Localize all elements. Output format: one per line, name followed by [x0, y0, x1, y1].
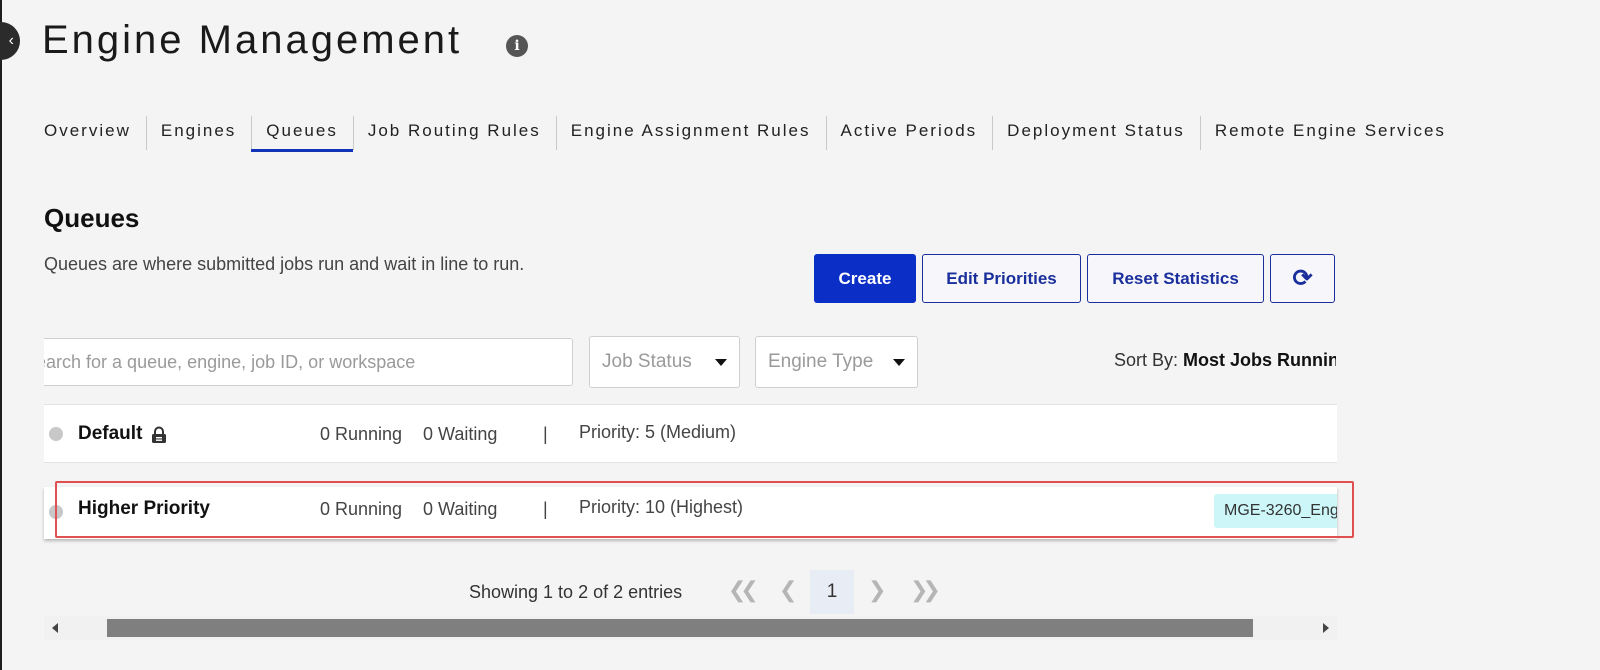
- refresh-icon: ⟳: [1292, 265, 1313, 292]
- edit-priorities-button[interactable]: Edit Priorities: [922, 254, 1081, 303]
- status-dot: [49, 427, 63, 441]
- engine-tag[interactable]: MGE-3260_Engine: [1214, 494, 1337, 528]
- tab-bar: Overview Engines Queues Job Routing Rule…: [44, 114, 1461, 154]
- last-page-icon[interactable]: ❯❯: [910, 578, 941, 603]
- tab-engines[interactable]: Engines: [145, 114, 251, 154]
- sort-control[interactable]: Sort By: Most Jobs Running: [1114, 350, 1336, 371]
- waiting-count: 0 Waiting: [423, 499, 498, 519]
- sort-label: Sort By:: [1114, 350, 1179, 370]
- next-page-icon[interactable]: ❯: [868, 578, 886, 603]
- chevron-left-icon[interactable]: ‹: [0, 22, 20, 60]
- job-status-select[interactable]: Job Status: [589, 336, 740, 388]
- priority-label: Priority: 5 (Medium): [579, 422, 737, 442]
- tab-queues[interactable]: Queues: [251, 114, 353, 154]
- tab-active-periods[interactable]: Active Periods: [825, 114, 993, 154]
- section-description: Queues are where submitted jobs run and …: [44, 254, 525, 274]
- queue-name[interactable]: Higher Priority: [78, 498, 210, 520]
- reset-statistics-button[interactable]: Reset Statistics: [1087, 254, 1264, 303]
- tab-engine-assignment-rules[interactable]: Engine Assignment Rules: [555, 114, 826, 154]
- lock-icon: [152, 426, 166, 443]
- engine-management-page: ‹ Engine Management i Overview Engines Q…: [0, 0, 1600, 670]
- scroll-right-icon[interactable]: [1323, 623, 1329, 633]
- section-title: Queues: [44, 203, 140, 233]
- first-page-icon[interactable]: ❮❮: [728, 578, 759, 603]
- pagination-summary: Showing 1 to 2 of 2 entries: [469, 582, 683, 602]
- status-dot: [49, 505, 63, 519]
- tab-overview[interactable]: Overview: [44, 114, 146, 154]
- window-left-edge: [0, 0, 2, 670]
- tab-deployment-status[interactable]: Deployment Status: [992, 114, 1200, 154]
- engine-type-placeholder: Engine Type: [768, 351, 874, 372]
- scroll-left-icon[interactable]: [52, 623, 58, 633]
- row-separator: |: [543, 424, 548, 444]
- page-title: Engine Management: [42, 18, 463, 62]
- priority-label: Priority: 10 (Highest): [579, 497, 744, 517]
- info-icon[interactable]: i: [506, 35, 528, 57]
- create-button[interactable]: Create: [814, 254, 916, 303]
- caret-down-icon: [715, 359, 727, 366]
- caret-down-icon: [893, 359, 905, 366]
- queue-name[interactable]: Default: [78, 423, 142, 445]
- tab-job-routing-rules[interactable]: Job Routing Rules: [352, 114, 556, 154]
- running-count: 0 Running: [320, 424, 403, 444]
- scrollbar-thumb[interactable]: [107, 619, 1253, 637]
- queue-row-higher-priority[interactable]: Higher Priority 0 Running 0 Waiting | Pr…: [44, 487, 1337, 539]
- search-field-container: [44, 338, 573, 386]
- search-input[interactable]: [44, 339, 572, 385]
- queue-row-default[interactable]: Default 0 Running 0 Waiting | Priority: …: [44, 404, 1337, 463]
- job-status-placeholder: Job Status: [602, 351, 692, 372]
- previous-page-icon[interactable]: ❮: [779, 578, 797, 603]
- sort-value: Most Jobs Running: [1183, 350, 1336, 370]
- running-count: 0 Running: [320, 499, 403, 519]
- row-separator: |: [543, 499, 548, 519]
- engine-type-select[interactable]: Engine Type: [755, 336, 918, 388]
- horizontal-scrollbar[interactable]: [44, 616, 1337, 640]
- tab-remote-engine-services[interactable]: Remote Engine Services: [1199, 114, 1461, 154]
- refresh-button[interactable]: ⟳: [1270, 254, 1335, 303]
- page-number-button[interactable]: 1: [810, 570, 854, 614]
- waiting-count: 0 Waiting: [423, 424, 498, 444]
